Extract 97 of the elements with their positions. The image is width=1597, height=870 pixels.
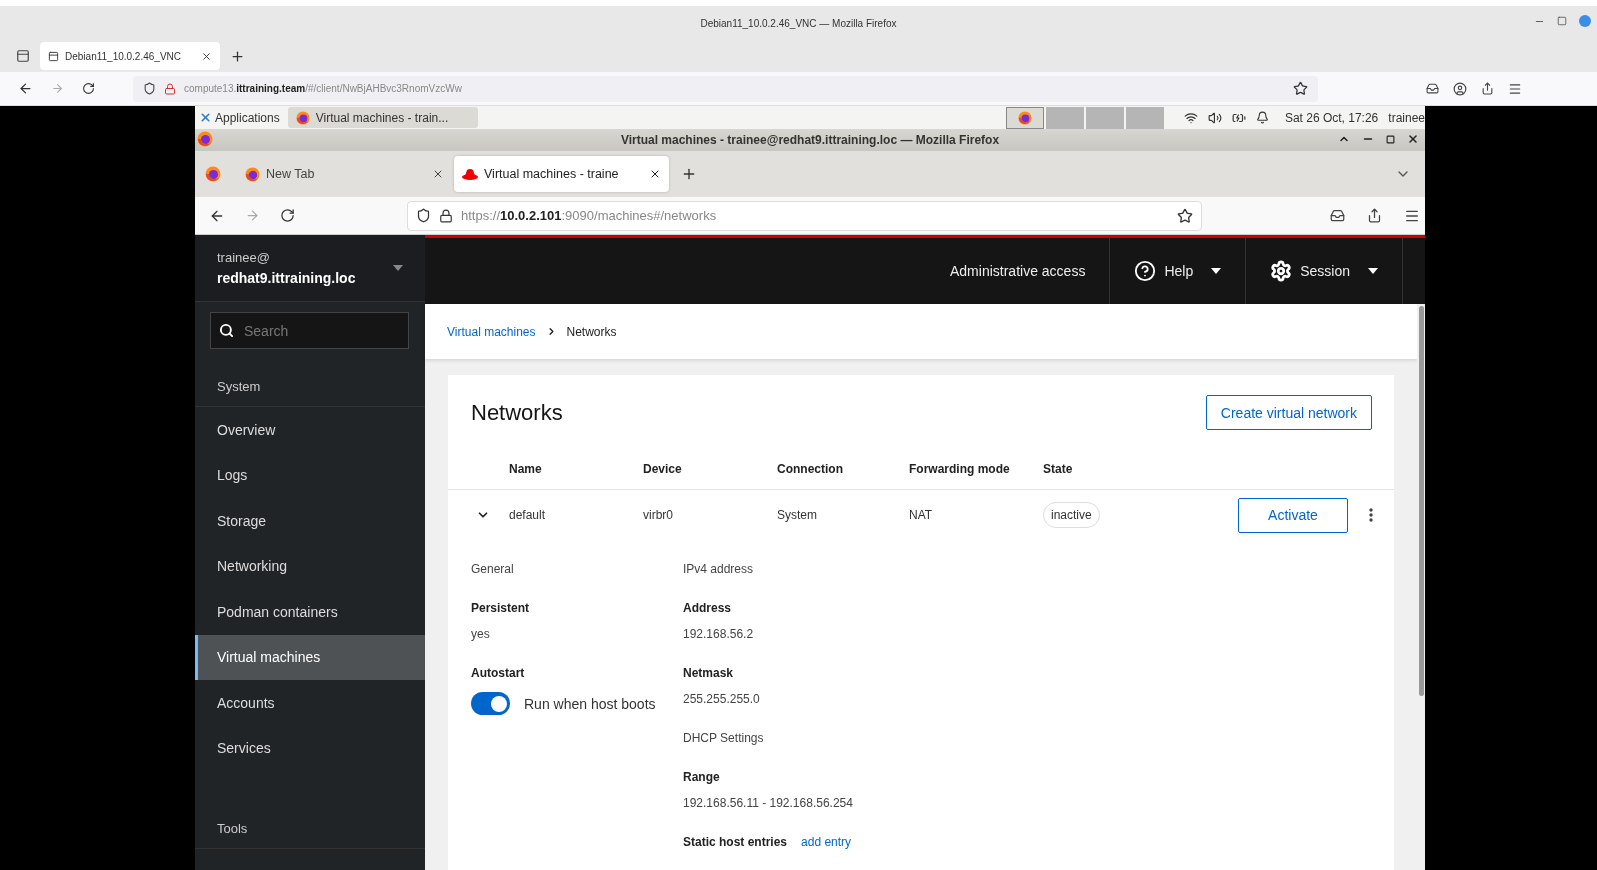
extensions-icon[interactable] [1481, 81, 1494, 95]
pocket-icon[interactable] [1426, 81, 1439, 95]
page-icon [48, 50, 59, 62]
field-label: Range [683, 770, 721, 784]
column-header: Name [509, 461, 543, 476]
new-tab-icon[interactable] [681, 166, 697, 182]
card-title: Networks [471, 399, 563, 426]
sidebar-item[interactable]: Accounts [195, 680, 425, 726]
caret-icon [1211, 268, 1222, 274]
search-icon [219, 323, 234, 338]
settings-icon [1270, 260, 1293, 282]
search-field[interactable]: Search [242, 321, 400, 340]
field-value: 255.255.255.0 [683, 692, 761, 706]
address-bar[interactable]: https://10.0.2.101:9090/machines#/networks [407, 200, 1202, 231]
sidebar-item[interactable]: Services [195, 725, 425, 771]
browser-tab[interactable]: Debian11_10.0.2.46_VNC [40, 42, 220, 70]
column-header: State [1043, 461, 1074, 476]
add-entry-link[interactable]: add entry [801, 835, 852, 849]
pocket-icon[interactable] [1330, 207, 1345, 223]
field-label: Static host entries [683, 835, 788, 849]
reload-icon[interactable] [82, 82, 95, 95]
field-value: yes [471, 627, 491, 641]
scrollbar[interactable] [1419, 306, 1424, 696]
field-label: Autostart [471, 666, 526, 680]
firefox-logo-icon [1017, 110, 1032, 125]
new-tab-icon[interactable] [230, 48, 245, 64]
clock: Sat 26 Oct, 17:26 [1284, 110, 1379, 125]
firefox-logo-icon [205, 166, 221, 182]
bookmark-star-icon[interactable] [1177, 207, 1193, 224]
address-bar[interactable]: compute13.ittraining.team/#/client/NwBjAHBvc3RnomVzcWw [133, 75, 1318, 102]
search-box[interactable]: Search [210, 312, 409, 349]
host-switcher[interactable]: trainee@ redhat9.ittraining.loc [195, 235, 425, 302]
sidebar-item[interactable]: Logs [195, 452, 425, 498]
section-heading: IPv4 address [683, 562, 755, 576]
lock-icon [439, 208, 453, 223]
taskbar-window-button[interactable]: Virtual machines - train... [287, 107, 478, 128]
column-header: Device [643, 461, 683, 476]
admin-access-button[interactable]: Administrative access [926, 238, 1110, 304]
activate-button[interactable]: Activate [1238, 497, 1348, 533]
browser-tab[interactable]: New Tab [237, 156, 452, 192]
window-title: Debian11_10.0.2.46_VNC — Mozilla Firefox [700, 17, 897, 29]
lock-icon [164, 82, 176, 95]
breadcrumb-link[interactable]: Virtual machines [447, 324, 536, 339]
breadcrumb-current[interactable]: Networks [566, 324, 617, 339]
extensions-icon[interactable] [1367, 207, 1382, 223]
field-value: 192.168.56.11 - 192.168.56.254 [683, 796, 854, 810]
shield-icon [143, 82, 156, 95]
caret-icon [1368, 268, 1378, 274]
host-user: trainee@ [217, 250, 271, 265]
volume-icon [1207, 110, 1222, 125]
field-label: Address [683, 601, 733, 615]
browser-tab[interactable]: Virtual machines - traine [454, 156, 669, 192]
caret-icon [393, 265, 403, 271]
bookmark-star-icon[interactable] [1293, 81, 1308, 96]
firefox-logo-icon [295, 110, 310, 125]
section-heading: DHCP Settings [683, 731, 765, 745]
sidebar-item[interactable]: Networking [195, 543, 425, 589]
firefox-logo-icon [245, 166, 260, 182]
field-label: Netmask [683, 666, 735, 680]
applications-menu[interactable]: Applications [215, 110, 280, 125]
table-cell-text: NAT [909, 508, 934, 522]
table-cell-text: System [777, 508, 818, 522]
account-icon[interactable] [1453, 81, 1467, 96]
sidebar-item[interactable]: Storage [195, 498, 425, 544]
field-value: 192.168.56.2 [683, 627, 755, 641]
table-cell-text: default [509, 508, 547, 522]
toggle-switch[interactable] [471, 692, 510, 715]
kebab-menu-button[interactable] [1369, 508, 1373, 522]
sidebar-section-title: Tools [217, 821, 248, 836]
tab-list-icon[interactable] [16, 49, 30, 63]
back-icon[interactable] [18, 81, 33, 96]
notification-icon [1255, 111, 1269, 124]
host-name: redhat9.ittraining.loc [217, 270, 356, 286]
create-network-button[interactable]: Create virtual network [1205, 395, 1372, 430]
sidebar-section-title: System [217, 379, 261, 394]
window-title: Virtual machines - trainee@redhat9.ittraining.loc — Mozilla Firefox [620, 133, 1000, 147]
field-label: Persistent [471, 601, 531, 615]
section-heading: General [471, 562, 515, 576]
user-name[interactable]: trainee [1388, 110, 1425, 125]
toggle-label: Run when host boots [524, 695, 656, 712]
firefox-logo-icon [197, 131, 213, 147]
table-cell-text: virbr0 [643, 508, 674, 522]
workspace-button[interactable] [1005, 106, 1044, 129]
kebab-icon [1369, 508, 1373, 522]
help-icon [1134, 260, 1157, 282]
network-icon [1183, 110, 1198, 125]
shield-icon [416, 208, 431, 223]
xfce-logo-icon [199, 111, 212, 124]
column-header: Connection [777, 461, 844, 476]
menu-icon[interactable] [1508, 81, 1522, 96]
sidebar-item[interactable]: Virtual machines [195, 634, 425, 680]
column-header: Forwarding mode [909, 461, 1011, 476]
maximize-icon[interactable] [1386, 134, 1395, 144]
sidebar-item[interactable]: Overview [195, 407, 425, 453]
sidebar-item[interactable]: Podman containers [195, 589, 425, 635]
reload-icon[interactable] [280, 208, 295, 223]
hat-icon [462, 168, 478, 180]
